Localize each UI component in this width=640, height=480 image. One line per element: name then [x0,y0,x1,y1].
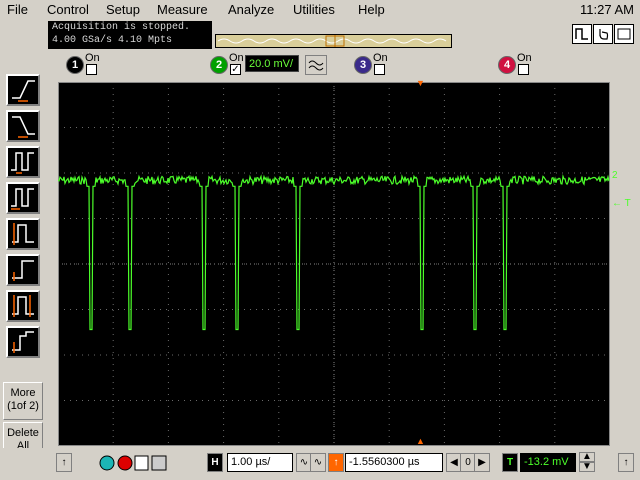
falling-edge-icon [12,116,35,138]
waveform-navigator[interactable] [215,34,452,48]
falling-edge-trigger-button[interactable] [6,110,40,142]
hand-pointer-icon [599,29,609,40]
menu-analyze[interactable]: Analyze [228,2,274,17]
pulse-icon [575,28,588,40]
trigger-position-marker-bottom: ▲ [416,436,425,446]
trigger-level-marker[interactable]: ← T [612,198,631,209]
trigger-label: T [502,453,518,472]
channel-2-ground-marker[interactable]: 2 [612,170,618,181]
step-marker-icon [12,260,34,281]
channel-2-badge[interactable]: 2 [210,56,228,74]
channel-2-checkbox[interactable]: ✓ [230,64,241,75]
menu-file[interactable]: File [7,2,28,17]
glitch-icon [11,188,34,210]
coupling-icon [308,60,324,71]
window-icon [617,28,631,40]
more-button[interactable]: More (1of 2) [3,382,43,420]
pointer-mode-button[interactable] [593,24,613,44]
marker-tool-3-button[interactable] [6,290,40,322]
marker-tool-1-button[interactable] [6,218,40,250]
menu-utilities[interactable]: Utilities [293,2,335,17]
rising-edge-icon [12,80,35,102]
marker-tool-4-button[interactable] [6,326,40,358]
channel-2-scale[interactable]: 20.0 mV/ [245,55,299,72]
pulse-marker-icon [12,223,34,245]
channel-3-on-label: On [373,52,388,64]
menu-setup[interactable]: Setup [106,2,140,17]
trigger-level-down-button[interactable]: ▼ [579,462,595,472]
delay-right-button[interactable]: ▶ [474,453,490,472]
delay-field[interactable]: -1.5560300 µs [345,453,443,472]
channel-3-badge[interactable]: 3 [354,56,372,74]
pulse-width-icon [11,152,34,174]
menu-control[interactable]: Control [47,2,89,17]
channel-2-on-label: On [229,52,244,64]
channel-2-coupling-button[interactable] [305,55,327,75]
menu-measure[interactable]: Measure [157,2,208,17]
waveform-graticule [57,81,611,447]
trigger-marker-label: T [624,198,631,209]
channel-3-checkbox[interactable] [374,64,385,75]
zoom-mode-button[interactable] [572,24,592,44]
menu-bar: File Control Setup Measure Analyze Utili… [0,0,640,20]
acquisition-status: Acquisition is stopped. 4.00 GSa/s 4.10 … [48,21,212,49]
waveform-display[interactable] [57,81,611,447]
timebase-field[interactable]: 1.00 µs/ [227,453,293,472]
channel-1-badge[interactable]: 1 [66,56,84,74]
stop-icon [117,455,133,471]
timebase-step-button-2[interactable]: ∿ [310,453,326,472]
dual-marker-icon [12,295,34,317]
scroll-up-left-button[interactable]: ↑ [56,453,72,472]
edge-marker-icon [12,331,34,353]
window-button[interactable] [614,24,634,44]
pulse-width-trigger-button[interactable] [6,146,40,178]
bottom-bar: ↑ H 1.00 µs/ ∿ ∿ ↑ -1.5560300 µs ◀ 0 ▶ T… [0,448,640,480]
left-toolbar: More (1of 2) Delete All [0,70,46,460]
horizontal-label: H [207,453,223,472]
clock: 11:27 AM [580,2,634,17]
rising-edge-trigger-button[interactable] [6,74,40,106]
channel-4-checkbox[interactable] [518,64,529,75]
delay-marker-icon: ↑ [328,453,344,472]
save-icon [134,455,149,471]
status-line-1: Acquisition is stopped. [52,22,191,33]
print-icon [151,455,167,471]
menu-help[interactable]: Help [358,2,385,17]
channel-4-on-label: On [517,52,532,64]
scroll-up-right-button[interactable]: ↑ [618,453,634,472]
trigger-level-field[interactable]: -13.2 mV [520,453,576,472]
channel-4-badge[interactable]: 4 [498,56,516,74]
acquisition-controls [99,455,167,471]
marker-tool-2-button[interactable] [6,254,40,286]
glitch-trigger-button[interactable] [6,182,40,214]
trigger-position-marker-top: ▼ [416,78,425,88]
run-icon [99,455,115,471]
status-line-2: 4.00 GSa/s 4.10 Mpts [52,35,173,46]
channel-1-on-label: On [85,52,100,64]
channel-bar [48,50,638,80]
channel-1-checkbox[interactable] [86,64,97,75]
